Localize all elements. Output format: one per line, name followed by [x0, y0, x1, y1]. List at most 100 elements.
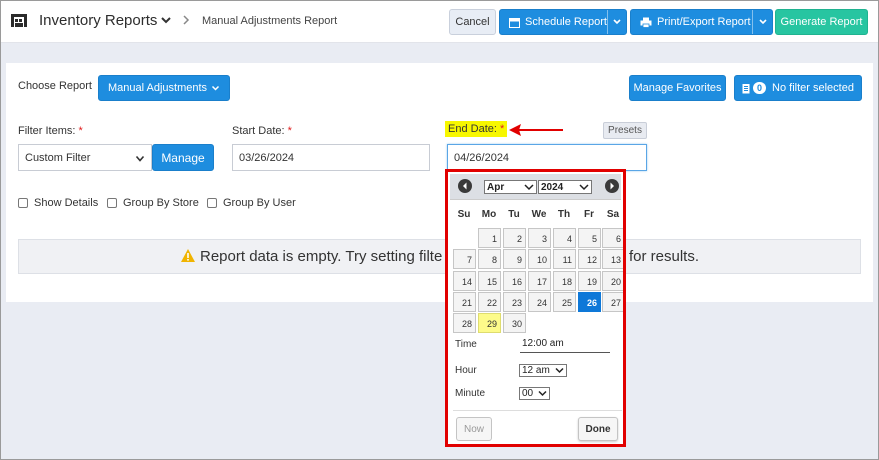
calendar-day[interactable]: 19	[578, 271, 601, 291]
calendar-day[interactable]: 24	[528, 292, 551, 312]
calendar-day[interactable]: 15	[478, 271, 501, 291]
calendar-day[interactable]: 1	[478, 228, 501, 248]
calendar-day[interactable]: 8	[478, 249, 501, 269]
calendar-day[interactable]: 25	[553, 292, 576, 312]
checkbox-box[interactable]	[107, 198, 117, 208]
print-export-label: Print/Export Report	[657, 16, 751, 28]
calendar-day[interactable]: 14	[453, 271, 476, 291]
filter-status-button[interactable]: 0 No filter selected	[734, 75, 862, 101]
cancel-button[interactable]: Cancel	[449, 9, 496, 35]
schedule-report-button[interactable]: Schedule Report	[499, 9, 627, 35]
presets-button[interactable]: Presets	[603, 122, 647, 139]
prev-month-button[interactable]	[458, 179, 472, 193]
print-export-button[interactable]: Print/Export Report	[630, 9, 773, 35]
filter-items-value: Custom Filter	[25, 152, 91, 164]
calendar-day[interactable]: 23	[503, 292, 526, 312]
end-date-text: End Date:	[448, 123, 497, 135]
checkbox-box[interactable]	[207, 198, 217, 208]
filter-items-select[interactable]: Custom Filter	[18, 144, 152, 171]
hour-value: 12 am	[522, 365, 550, 376]
start-date-input[interactable]: 03/26/2024	[232, 144, 430, 171]
chevron-right-icon	[183, 15, 190, 25]
filter-items-text: Filter Items:	[18, 125, 76, 137]
show-details-label: Show Details	[34, 197, 99, 209]
calendar-day[interactable]: 7	[453, 249, 476, 269]
manage-filter-label: Manage	[161, 150, 205, 165]
calendar-day[interactable]: 12	[578, 249, 601, 269]
end-date-label: End Date: *	[445, 121, 508, 137]
split-divider	[607, 10, 608, 34]
group-by-user-label: Group By User	[223, 197, 296, 209]
show-details-checkbox[interactable]: Show Details	[18, 197, 98, 209]
chevron-down-icon	[579, 184, 589, 191]
manage-filter-button[interactable]: Manage	[152, 144, 214, 171]
weekday-label: Fr	[584, 209, 594, 220]
calendar-day[interactable]: 3	[528, 228, 551, 248]
weekday-label: Tu	[508, 209, 520, 220]
calendar-day[interactable]: 6	[602, 228, 623, 248]
calendar-day[interactable]: 13	[602, 249, 623, 269]
report-select-button[interactable]: Manual Adjustments	[98, 75, 230, 101]
month-value: Apr	[487, 181, 505, 193]
end-date-input[interactable]: 04/26/2024	[447, 144, 647, 171]
report-select-label: Manual Adjustments	[107, 82, 208, 94]
checkbox-box[interactable]	[18, 198, 28, 208]
calendar-day[interactable]: 20	[602, 271, 623, 291]
calendar-day[interactable]: 5	[578, 228, 601, 248]
now-button[interactable]: Now	[456, 417, 492, 441]
chevron-down-icon	[212, 85, 220, 91]
calendar-day[interactable]: 10	[528, 249, 551, 269]
calendar-day[interactable]: 17	[528, 271, 551, 291]
required-mark: *	[78, 125, 83, 137]
calendar-day[interactable]: 2	[503, 228, 526, 248]
calendar-day[interactable]: 9	[503, 249, 526, 269]
calendar-day[interactable]: 30	[503, 313, 526, 333]
calendar-day[interactable]: 29	[478, 313, 501, 333]
calendar-day[interactable]: 11	[553, 249, 576, 269]
group-by-user-checkbox[interactable]: Group By User	[207, 197, 296, 209]
year-value: 2024	[541, 181, 564, 193]
annotation-arrow-icon	[509, 124, 563, 136]
required-mark: *	[499, 123, 505, 135]
manage-favorites-label: Manage Favorites	[633, 82, 722, 94]
top-bar: Inventory Reports Manual Adjustments Rep…	[0, 0, 879, 43]
calendar-day[interactable]: 26	[578, 292, 601, 312]
printer-icon	[640, 17, 652, 28]
chevron-down-icon[interactable]	[612, 17, 622, 27]
next-month-button[interactable]	[605, 179, 619, 193]
warehouse-icon	[11, 14, 27, 27]
generate-report-button[interactable]: Generate Report	[775, 9, 868, 35]
calendar-day[interactable]: 27	[602, 292, 623, 312]
calendar-day[interactable]: 22	[478, 292, 501, 312]
calendar-day[interactable]: 4	[553, 228, 576, 248]
manage-favorites-button[interactable]: Manage Favorites	[629, 75, 726, 101]
calendar-day[interactable]: 18	[553, 271, 576, 291]
calendar-day[interactable]: 16	[503, 271, 526, 291]
datepicker-divider	[453, 410, 622, 411]
hour-label: Hour	[455, 365, 477, 376]
group-by-store-checkbox[interactable]: Group By Store	[107, 197, 199, 209]
schedule-report-label: Schedule Report	[525, 16, 607, 28]
weekday-label: Mo	[481, 209, 497, 220]
weekday-label: Th	[557, 209, 571, 220]
calendar-day[interactable]: 21	[453, 292, 476, 312]
chevron-right-icon	[610, 182, 614, 190]
datepicker-header: Apr 2024	[450, 174, 621, 200]
year-select[interactable]: 2024	[538, 180, 592, 194]
minute-select[interactable]: 00	[519, 387, 550, 400]
minute-value: 00	[522, 388, 534, 399]
filter-status-label: No filter selected	[772, 82, 854, 94]
required-mark: *	[287, 125, 292, 137]
done-button[interactable]: Done	[578, 417, 618, 441]
hour-select[interactable]: 12 am	[519, 364, 567, 377]
month-select[interactable]: Apr	[484, 180, 537, 194]
empty-state-message-end: for results.	[629, 248, 700, 265]
calendar-day[interactable]: 28	[453, 313, 476, 333]
start-date-label: Start Date: *	[232, 125, 292, 137]
chevron-down-icon[interactable]	[160, 13, 172, 27]
filter-count-badge: 0	[753, 82, 767, 94]
app-title[interactable]: Inventory Reports	[39, 12, 157, 29]
warning-icon	[181, 249, 195, 262]
chevron-down-icon[interactable]	[758, 17, 768, 27]
chevron-left-icon	[463, 182, 467, 190]
